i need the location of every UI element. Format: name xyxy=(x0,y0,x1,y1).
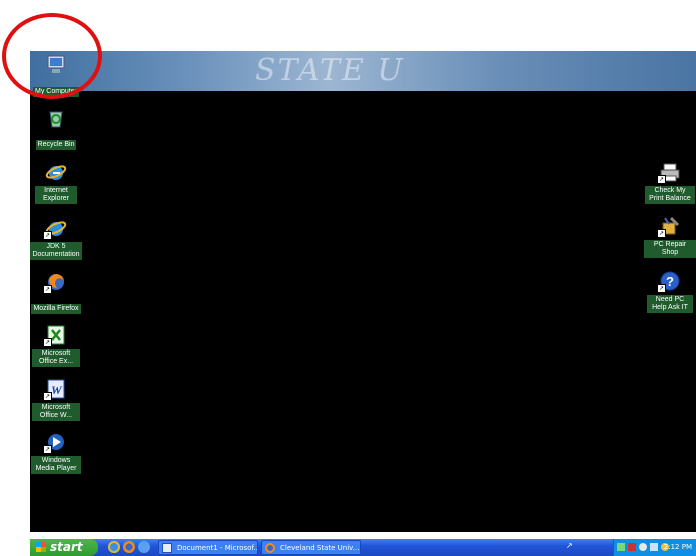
desktop-icon-label: Internet Explorer xyxy=(35,186,77,204)
repair-tools-icon: ↗ xyxy=(657,215,681,238)
svg-text:?: ? xyxy=(666,274,674,289)
tray-network-icon[interactable] xyxy=(617,543,625,551)
start-label: start xyxy=(50,540,83,554)
desktop-icon-microsoft-office-excel[interactable]: ↗ Microsoft Office Ex... xyxy=(30,324,82,367)
desktop-icon-mozilla-firefox[interactable]: ↗ Mozilla Firefox xyxy=(30,271,82,314)
firefox-icon: ↗ xyxy=(43,271,67,294)
desktop-icon-label: Need PC Help Ask IT xyxy=(647,295,693,313)
desktop-icon-label: Microsoft Office Ex... xyxy=(32,349,80,367)
desktop: STATE U xyxy=(30,51,696,532)
shortcut-arrow-icon: ↗ xyxy=(657,175,666,184)
desktop-icon-label: Microsoft Office W... xyxy=(32,403,80,421)
firefox-quicklaunch-icon[interactable] xyxy=(123,541,135,553)
banner-text: STATE U xyxy=(255,53,405,88)
taskbar-button-document1[interactable]: Document1 - Microsof... xyxy=(158,540,258,555)
word-icon: W ↗ xyxy=(43,378,67,401)
desktop-icon-recycle-bin[interactable]: Recycle Bin xyxy=(30,107,82,150)
tray-antivirus-icon[interactable] xyxy=(628,543,636,551)
svg-text:W: W xyxy=(51,383,63,397)
shortcut-arrow-icon: ↗ xyxy=(43,445,52,454)
firefox-window-icon xyxy=(265,543,275,553)
tray-cursor-icon[interactable] xyxy=(650,543,658,551)
shortcut-arrow-icon: ↗ xyxy=(657,229,666,238)
taskbar-button-cleveland-state[interactable]: Cleveland State Univ... xyxy=(261,540,361,555)
desktop-icon-internet-explorer[interactable]: Internet Explorer xyxy=(30,161,82,204)
media-player-icon: ↗ xyxy=(43,431,67,454)
excel-icon: ↗ xyxy=(43,324,67,347)
desktop-icon-windows-media-player[interactable]: ↗ Windows Media Player xyxy=(30,431,82,474)
windows-flag-icon xyxy=(36,542,46,552)
shortcut-arrow-icon: ↗ xyxy=(43,231,52,240)
shortcut-arrow-icon: ↗ xyxy=(43,392,52,401)
desktop-icon-check-my-print-balance[interactable]: ↗ Check My Print Balance xyxy=(644,161,696,204)
task-label: Cleveland State Univ... xyxy=(280,544,360,552)
desktop-icon-pc-repair-shop[interactable]: ↗ PC Repair Shop xyxy=(644,215,696,258)
desktop-icon-label: Mozilla Firefox xyxy=(31,304,81,314)
printer-icon: ↗ xyxy=(657,161,681,184)
tray-expand-icon[interactable]: ↗ xyxy=(566,541,574,550)
desktop-icon-microsoft-office-word[interactable]: W ↗ Microsoft Office W... xyxy=(30,378,82,421)
task-label: Document1 - Microsof... xyxy=(177,544,258,552)
shortcut-arrow-icon: ↗ xyxy=(43,338,52,347)
internet-explorer-icon xyxy=(45,161,67,183)
desktop-icon-label: JDK 5 Documentation xyxy=(30,242,82,260)
system-tray: 2:12 PM xyxy=(613,539,696,556)
desktop-icon-jdk-documentation[interactable]: ↗ JDK 5 Documentation xyxy=(30,217,82,260)
start-button[interactable]: start xyxy=(30,539,98,556)
desktop-icon-label: Windows Media Player xyxy=(31,456,81,474)
highlight-circle xyxy=(2,13,102,99)
ie-quicklaunch-icon[interactable] xyxy=(108,541,120,553)
jdk-documentation-icon: ↗ xyxy=(43,217,67,240)
desktop-wallpaper-banner: STATE U xyxy=(30,51,696,91)
desktop-icon-need-pc-help[interactable]: ? ↗ Need PC Help Ask IT xyxy=(644,270,696,313)
help-icon: ? ↗ xyxy=(657,270,681,293)
desktop-icon-label: Check My Print Balance xyxy=(645,186,695,204)
clock: 2:12 PM xyxy=(663,543,692,551)
ie-alt-quicklaunch-icon[interactable] xyxy=(138,541,150,553)
shortcut-arrow-icon: ↗ xyxy=(43,285,52,294)
tray-volume-icon[interactable] xyxy=(639,543,647,551)
taskbar: start Document1 - Microsof... Cleveland … xyxy=(30,539,696,556)
recycle-bin-icon xyxy=(45,107,67,129)
desktop-icon-label: PC Repair Shop xyxy=(644,240,696,258)
word-doc-icon xyxy=(162,543,172,553)
desktop-icon-label: Recycle Bin xyxy=(35,140,77,150)
shortcut-arrow-icon: ↗ xyxy=(657,284,666,293)
